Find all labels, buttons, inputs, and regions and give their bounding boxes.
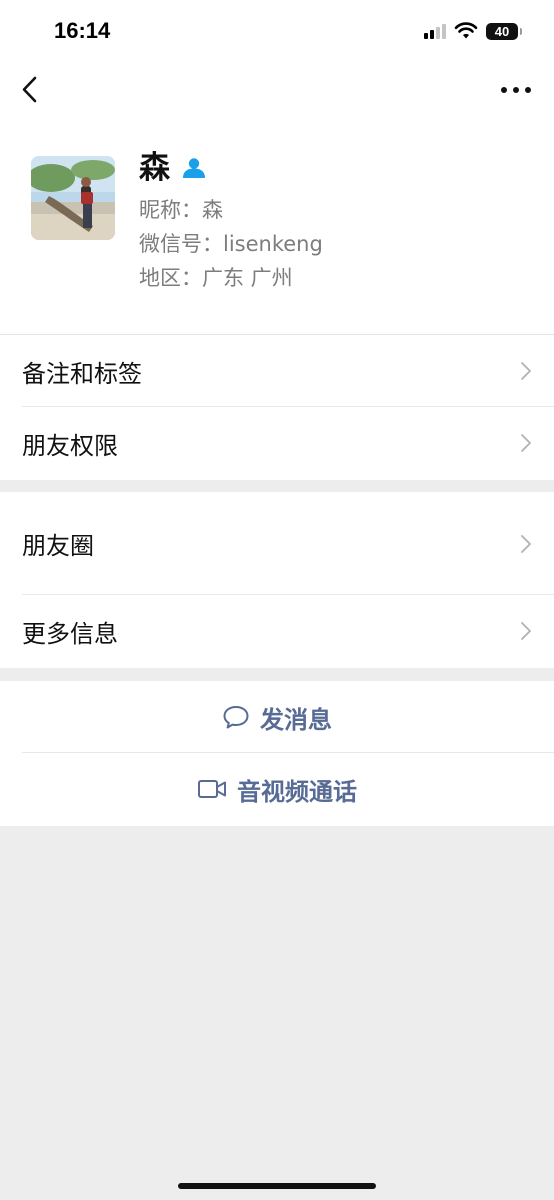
video-camera-icon <box>198 780 226 798</box>
name-row: 森 <box>139 148 206 188</box>
status-icons: 40 <box>424 20 522 42</box>
status-bar: 16:14 40 <box>0 0 554 60</box>
remarks-tags-row[interactable]: 备注和标签 <box>0 335 554 407</box>
battery-icon: 40 <box>486 22 522 40</box>
nickname-text: 昵称：森 <box>139 198 223 222</box>
person-icon <box>183 158 205 178</box>
battery-level: 40 <box>494 23 510 39</box>
send-message-label: 发消息 <box>260 705 332 734</box>
moments-row[interactable]: 朋友圈 <box>0 492 554 595</box>
video-call-label: 音视频通话 <box>237 777 357 806</box>
chevron-right-icon <box>521 622 531 640</box>
region-text: 地区：广东 广州 <box>139 266 293 290</box>
contact-profile-screen: 16:14 40 森 昵称：森 微信号：lisenkeng 地区：广东 广州 备… <box>0 0 554 1200</box>
more-info-row[interactable]: 更多信息 <box>0 595 554 667</box>
status-time: 16:14 <box>54 18 111 43</box>
chevron-right-icon <box>521 362 531 380</box>
nav-bar <box>0 60 554 120</box>
profile-header: 森 昵称：森 微信号：lisenkeng 地区：广东 广州 <box>0 120 554 334</box>
chevron-left-icon <box>22 76 37 103</box>
more-dots-icon <box>501 87 531 93</box>
actions-section: 发消息 音视频通话 <box>0 681 554 826</box>
chevron-right-icon <box>521 434 531 452</box>
avatar-photo <box>31 156 115 240</box>
friend-permissions-label: 朋友权限 <box>22 431 118 460</box>
wechat-id-text: 微信号：lisenkeng <box>139 232 323 256</box>
wifi-icon <box>454 22 478 39</box>
video-call-button[interactable]: 音视频通话 <box>0 753 554 825</box>
settings-section: 备注和标签 朋友权限 <box>0 334 554 480</box>
moments-section: 朋友圈 更多信息 <box>0 492 554 668</box>
chevron-right-icon <box>521 534 531 553</box>
signal-icon <box>424 23 446 39</box>
moments-label: 朋友圈 <box>22 532 94 560</box>
remarks-tags-label: 备注和标签 <box>22 359 142 388</box>
back-button[interactable] <box>14 72 50 108</box>
friend-permissions-row[interactable]: 朋友权限 <box>0 407 554 479</box>
avatar[interactable] <box>31 156 115 240</box>
more-button[interactable] <box>496 76 536 104</box>
home-indicator <box>178 1183 376 1189</box>
contact-name: 森 <box>139 150 170 186</box>
more-info-label: 更多信息 <box>22 619 118 648</box>
send-message-button[interactable]: 发消息 <box>0 681 554 753</box>
chat-bubble-icon <box>223 706 249 729</box>
